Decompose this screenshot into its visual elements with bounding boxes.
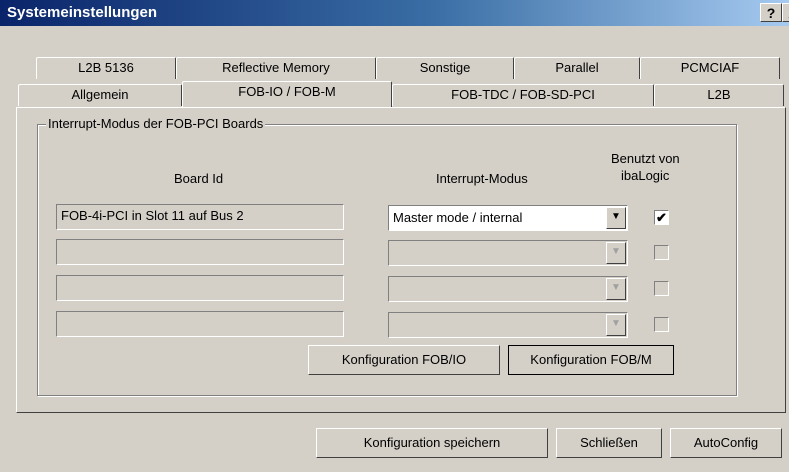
used-by-ibalogic-checkbox	[654, 281, 669, 296]
used-by-header-line2: ibaLogic	[621, 168, 670, 183]
dropdown-arrow-icon[interactable]: ▼	[606, 207, 626, 229]
interrupt-mode-select[interactable]: Master mode / internal ▼	[388, 205, 628, 231]
used-by-header-line1: Benutzt von	[611, 151, 680, 166]
close-window-button[interactable]: X	[782, 3, 789, 22]
tab-reflective-memory[interactable]: Reflective Memory	[176, 57, 376, 79]
tab-parallel[interactable]: Parallel	[514, 57, 640, 79]
board-id-field	[56, 275, 344, 301]
tab-panel: Interrupt-Modus der FOB-PCI Boards Board…	[16, 107, 786, 413]
tab-sonstige[interactable]: Sonstige	[376, 57, 514, 79]
interrupt-mode-select: ▼	[388, 276, 628, 302]
interrupt-mode-value: Master mode / internal	[393, 210, 523, 225]
interrupt-mode-select: ▼	[388, 240, 628, 266]
tab-fob-io-fob-m[interactable]: FOB-IO / FOB-M	[182, 81, 392, 107]
tab-l2b[interactable]: L2B	[654, 84, 784, 106]
save-config-button[interactable]: Konfiguration speichern	[316, 428, 548, 458]
interrupt-mode-select: ▼	[388, 312, 628, 338]
dropdown-arrow-icon: ▼	[606, 314, 626, 336]
board-id-field	[56, 311, 344, 337]
used-by-ibalogic-checkbox[interactable]: ✔	[654, 210, 669, 225]
used-by-ibalogic-checkbox	[654, 317, 669, 332]
used-by-ibalogic-checkbox	[654, 245, 669, 260]
board-id-field	[56, 239, 344, 265]
tab-allgemein[interactable]: Allgemein	[18, 84, 182, 106]
help-button[interactable]: ?	[760, 3, 782, 22]
close-button[interactable]: Schließen	[556, 428, 662, 458]
autoconfig-button[interactable]: AutoConfig	[670, 428, 782, 458]
tab-fob-tdc-fob-sd-pci[interactable]: FOB-TDC / FOB-SD-PCI	[392, 84, 654, 106]
tab-l2b-5136[interactable]: L2B 5136	[36, 57, 176, 79]
board-id-field: FOB-4i-PCI in Slot 11 auf Bus 2	[56, 204, 344, 230]
dropdown-arrow-icon: ▼	[606, 278, 626, 300]
interrupt-mode-header: Interrupt-Modus	[436, 171, 528, 186]
window-title: Systemeinstellungen	[7, 4, 158, 21]
config-fob-m-button[interactable]: Konfiguration FOB/M	[508, 345, 674, 375]
dropdown-arrow-icon: ▼	[606, 242, 626, 264]
board-id-header: Board Id	[174, 171, 224, 186]
title-bar: Systemeinstellungen ? X	[0, 0, 789, 26]
interrupt-mode-group: Interrupt-Modus der FOB-PCI Boards Board…	[37, 116, 737, 396]
config-fob-io-button[interactable]: Konfiguration FOB/IO	[308, 345, 500, 375]
group-title: Interrupt-Modus der FOB-PCI Boards	[46, 116, 266, 131]
tab-pcmciaf[interactable]: PCMCIAF	[640, 57, 780, 79]
